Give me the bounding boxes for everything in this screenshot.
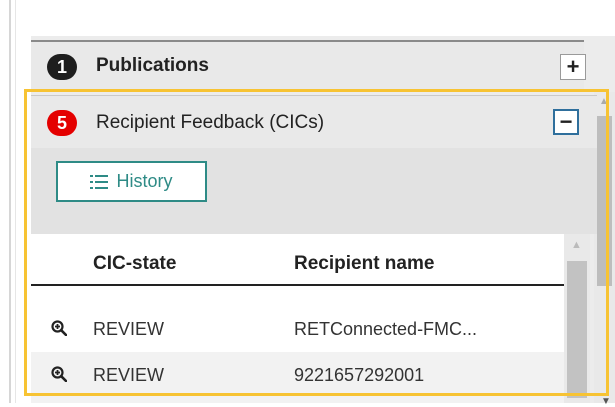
- cell-recipient-name: 9221657292001: [294, 365, 425, 385]
- publications-title: Publications: [96, 55, 209, 76]
- feedback-count-badge: 5: [47, 110, 77, 136]
- history-button-label: History: [116, 171, 173, 191]
- table-scrollbar-thumb[interactable]: [567, 261, 587, 398]
- list-icon: [90, 174, 109, 189]
- feedback-header[interactable]: 5 Recipient Feedback (CICs) −: [31, 95, 597, 148]
- cell-recipient-name: RETConnected-FMC...: [294, 319, 478, 339]
- publications-header[interactable]: 1 Publications +: [31, 40, 586, 92]
- collapse-feedback-button[interactable]: −: [553, 109, 579, 135]
- cell-cic-state: REVIEW: [93, 365, 165, 385]
- cic-table: CIC-state Recipient name REVIEW RETConne…: [31, 234, 564, 403]
- column-header-cic-state[interactable]: CIC-state: [93, 253, 176, 275]
- publications-count-badge: 1: [47, 54, 77, 80]
- cell-cic-state: REVIEW: [93, 319, 165, 339]
- table-scroll-up-arrow-icon[interactable]: ▲: [571, 239, 582, 251]
- left-divider-secondary: [15, 0, 16, 403]
- history-button[interactable]: History: [56, 161, 207, 202]
- table-header-divider: [31, 284, 564, 286]
- table-row[interactable]: REVIEW 9221657292001: [31, 352, 564, 403]
- scroll-down-arrow-icon[interactable]: ▼: [601, 396, 611, 407]
- zoom-in-icon[interactable]: [51, 366, 67, 382]
- table-row[interactable]: REVIEW RETConnected-FMC...: [31, 306, 564, 348]
- feedback-body: History: [31, 148, 597, 234]
- feedback-title: Recipient Feedback (CICs): [96, 112, 325, 133]
- zoom-in-icon[interactable]: [51, 320, 67, 336]
- column-header-recipient-name[interactable]: Recipient name: [294, 253, 434, 275]
- panel-scrollbar-thumb[interactable]: [597, 116, 612, 286]
- scroll-up-arrow-icon[interactable]: ▲: [599, 96, 609, 107]
- side-panel: 1 Publications + ▲ ▼ 5 Recipient Feedbac…: [31, 36, 615, 407]
- expand-publications-button[interactable]: +: [560, 54, 586, 80]
- left-divider: [9, 0, 11, 403]
